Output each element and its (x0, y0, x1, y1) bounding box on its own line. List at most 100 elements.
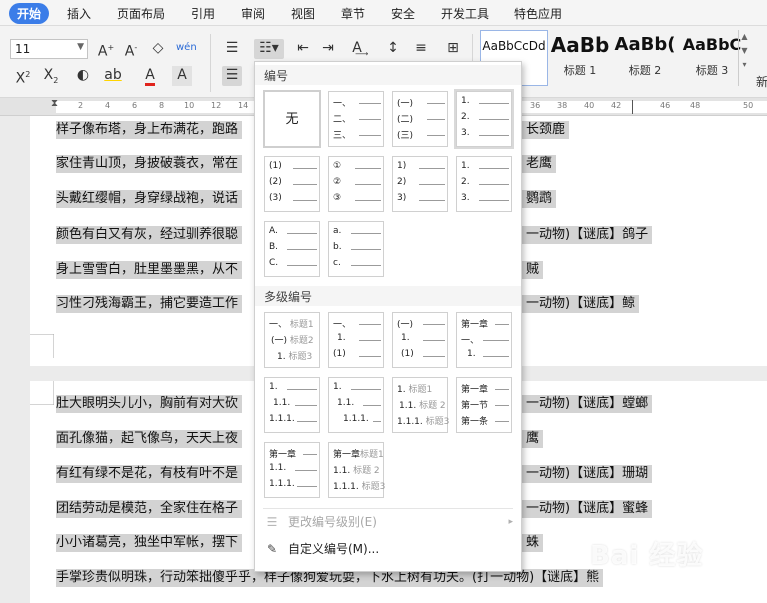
tab-security[interactable]: 安全 (391, 5, 415, 22)
font-color-icon[interactable]: A (140, 66, 160, 86)
chevron-down-icon[interactable]: ▼ (77, 42, 84, 52)
doc-line[interactable]: 小小诸葛亮，独坐中军帐，摆下 (56, 534, 243, 552)
ruler-tick: 40 (584, 101, 595, 110)
ruler-tick: 4 (105, 101, 111, 110)
multilevel-preset-7[interactable]: 1. 标题1 1.1. 标题 2 1.1.1. 标题3 (392, 377, 450, 433)
align-left-icon[interactable]: ☰ (222, 66, 242, 86)
doc-line[interactable]: 家住青山顶，身披破蓑衣，常在 (56, 155, 243, 173)
grow-font-icon[interactable]: A+ (96, 39, 116, 60)
bullet-list-icon[interactable]: ☰ (222, 39, 242, 59)
ruler-tick: 46 (660, 101, 671, 110)
tab-developer[interactable]: 开发工具 (441, 5, 489, 22)
multilevel-preset-4[interactable]: 第一章 一、 1. (456, 312, 512, 368)
doc-line-tail[interactable]: 一动物)【谜底】鲸 (522, 295, 640, 313)
increase-indent-icon[interactable]: ⇥ (318, 39, 338, 59)
style-heading-3[interactable]: AaBbC 标题 3 (678, 30, 746, 86)
doc-line-tail[interactable]: 老鹰 (522, 155, 557, 173)
preset-number: 第一章 (333, 450, 361, 460)
superscript-icon[interactable]: X2 (13, 66, 33, 87)
preset-number: 1.1. (337, 398, 355, 408)
doc-line[interactable]: 习性刁残海霸王，捕它要造工作 (56, 295, 243, 313)
multilevel-preset-6[interactable]: 1. 1.1. 1.1.1. (328, 377, 384, 433)
strikethrough-icon[interactable]: ◐ (73, 66, 93, 86)
numbering-preset-circled[interactable]: ① ② ③ (328, 156, 384, 212)
change-level-menuitem: ☰ 更改编号级别(E) ▸ (255, 509, 521, 535)
doc-line[interactable]: 肚大眼明头儿小，胸前有对大砍 (56, 395, 243, 413)
multilevel-preset-5[interactable]: 1. 1.1. 1.1.1. (264, 377, 320, 433)
ruler-tick: 12 (211, 101, 222, 110)
chinese-layout-icon[interactable]: A͢ (347, 39, 367, 59)
doc-line-tail[interactable]: 鹦鹉 (522, 190, 557, 208)
doc-line-tail[interactable]: 一动物)【谜底】鸽子 (522, 226, 653, 244)
font-size-select[interactable]: 11 ▼ (10, 39, 88, 59)
subscript-icon[interactable]: X2 (41, 66, 61, 86)
multilevel-preset-2[interactable]: 一、 1. (1) (328, 312, 384, 368)
table-borders-icon[interactable]: ⊞ (443, 39, 463, 59)
new-style-button[interactable]: 新 (756, 73, 767, 90)
doc-line-tail[interactable]: 蛛 (522, 534, 544, 552)
multilevel-preset-1[interactable]: 一、 标题1 (一) 标题2 1. 标题3 (264, 312, 320, 368)
doc-line-tail[interactable]: 一动物)【谜底】蜜蜂 (522, 500, 653, 518)
style-heading-1[interactable]: AaBb 标题 1 (546, 30, 614, 86)
numbered-list-icon[interactable]: ☷▾ (254, 39, 284, 59)
preset-number: 1. (461, 96, 470, 106)
numbering-preset-lower-alpha[interactable]: a. b. c. (328, 221, 384, 277)
tab-home[interactable]: 开始 (9, 3, 50, 24)
numbering-preset-paren-chinese[interactable]: (一) (二) (三) (392, 91, 448, 147)
style-heading-2[interactable]: AaBb( 标题 2 (611, 30, 679, 86)
doc-line-tail[interactable]: 鹰 (522, 430, 544, 448)
multilevel-preset-9[interactable]: 第一章 1.1. 1.1.1. (264, 442, 320, 498)
preset-heading: 标题3 (425, 417, 450, 427)
multilevel-preset-8[interactable]: 第一章 第一节 第一条 (456, 377, 512, 433)
preset-number: 1. (333, 382, 342, 392)
tab-view[interactable]: 视图 (291, 5, 315, 22)
multilevel-preset-3[interactable]: (一) 1. (1) (392, 312, 448, 368)
tab-insert[interactable]: 插入 (67, 5, 91, 22)
numbering-preset-decimal[interactable]: 1. 2. 3. (456, 91, 512, 147)
doc-line-tail[interactable]: 一动物)【谜底】螳螂 (522, 395, 653, 413)
doc-line-tail[interactable]: 长颈鹿 (522, 121, 570, 139)
doc-line-tail[interactable]: 贼 (522, 261, 544, 279)
tab-page-layout[interactable]: 页面布局 (117, 5, 165, 22)
clear-format-icon[interactable]: ◇ (148, 39, 168, 59)
doc-line[interactable]: 颜色有白又有灰，经过驯养很聪 (56, 226, 243, 244)
preset-number: (2) (269, 177, 282, 187)
decrease-indent-icon[interactable]: ⇤ (293, 39, 313, 59)
ruler-tick: 42 (611, 101, 622, 110)
doc-line[interactable]: 身上雪雪白，肚里墨墨黑，从不 (56, 261, 243, 279)
style-gallery-scroll[interactable]: ▲ ▼ ▾ (738, 30, 750, 86)
doc-line[interactable]: 有红有绿不是花，有枝有叶不是 (56, 465, 243, 483)
shrink-font-icon[interactable]: A- (121, 39, 141, 60)
multilevel-preset-10[interactable]: 第一章标题1 1.1. 标题 2 1.1.1. 标题3 (328, 442, 385, 498)
preset-number: 一、 (333, 320, 352, 330)
line-spacing-icon[interactable]: ≡ (411, 39, 431, 59)
doc-line[interactable]: 团结劳动是模范，全家住在格子 (56, 500, 243, 518)
numbering-preset-decimal-2[interactable]: 1. 2. 3. (456, 156, 512, 212)
tab-references[interactable]: 引用 (191, 5, 215, 22)
numbering-preset-upper-alpha[interactable]: A. B. C. (264, 221, 320, 277)
numbering-preset-paren-decimal[interactable]: (1) (2) (3) (264, 156, 320, 212)
phonetic-guide-icon[interactable]: wén (176, 39, 197, 59)
doc-line-tail[interactable]: 一动物)【谜底】珊瑚 (522, 465, 653, 483)
char-shading-icon[interactable]: A (172, 66, 192, 86)
custom-numbering-menuitem[interactable]: ✎ 自定义编号(M)... (255, 536, 521, 562)
ruler-tick: 50 (743, 101, 754, 110)
doc-line[interactable]: 头戴红缨帽，身穿绿战袍，说话 (56, 190, 243, 208)
doc-line[interactable]: 面孔像猫，起飞像鸟，天天上夜 (56, 430, 243, 448)
doc-line[interactable]: 样子像布塔，身上布满花，跑路 (56, 121, 243, 139)
numbering-preset-decimal-paren[interactable]: 1) 2) 3) (392, 156, 448, 212)
right-indent-marker[interactable] (632, 100, 633, 114)
preset-number: 三、 (333, 131, 352, 141)
preset-number: (一) (271, 336, 288, 346)
tab-review[interactable]: 审阅 (241, 5, 265, 22)
highlight-color-icon[interactable]: ab (103, 66, 123, 86)
tab-special-apps[interactable]: 特色应用 (514, 5, 562, 22)
sort-icon[interactable]: ↕ (383, 39, 403, 59)
numbering-preset-chinese[interactable]: 一、 二、 三、 (328, 91, 384, 147)
tab-chapter[interactable]: 章节 (341, 5, 365, 22)
numbering-none[interactable]: 无 (263, 90, 321, 148)
indent-marker-icon[interactable]: ⧗ (51, 98, 58, 109)
preset-number: (一) (397, 320, 414, 330)
preset-heading: 标题1 (408, 385, 433, 395)
preset-heading: 标题2 (289, 336, 314, 346)
